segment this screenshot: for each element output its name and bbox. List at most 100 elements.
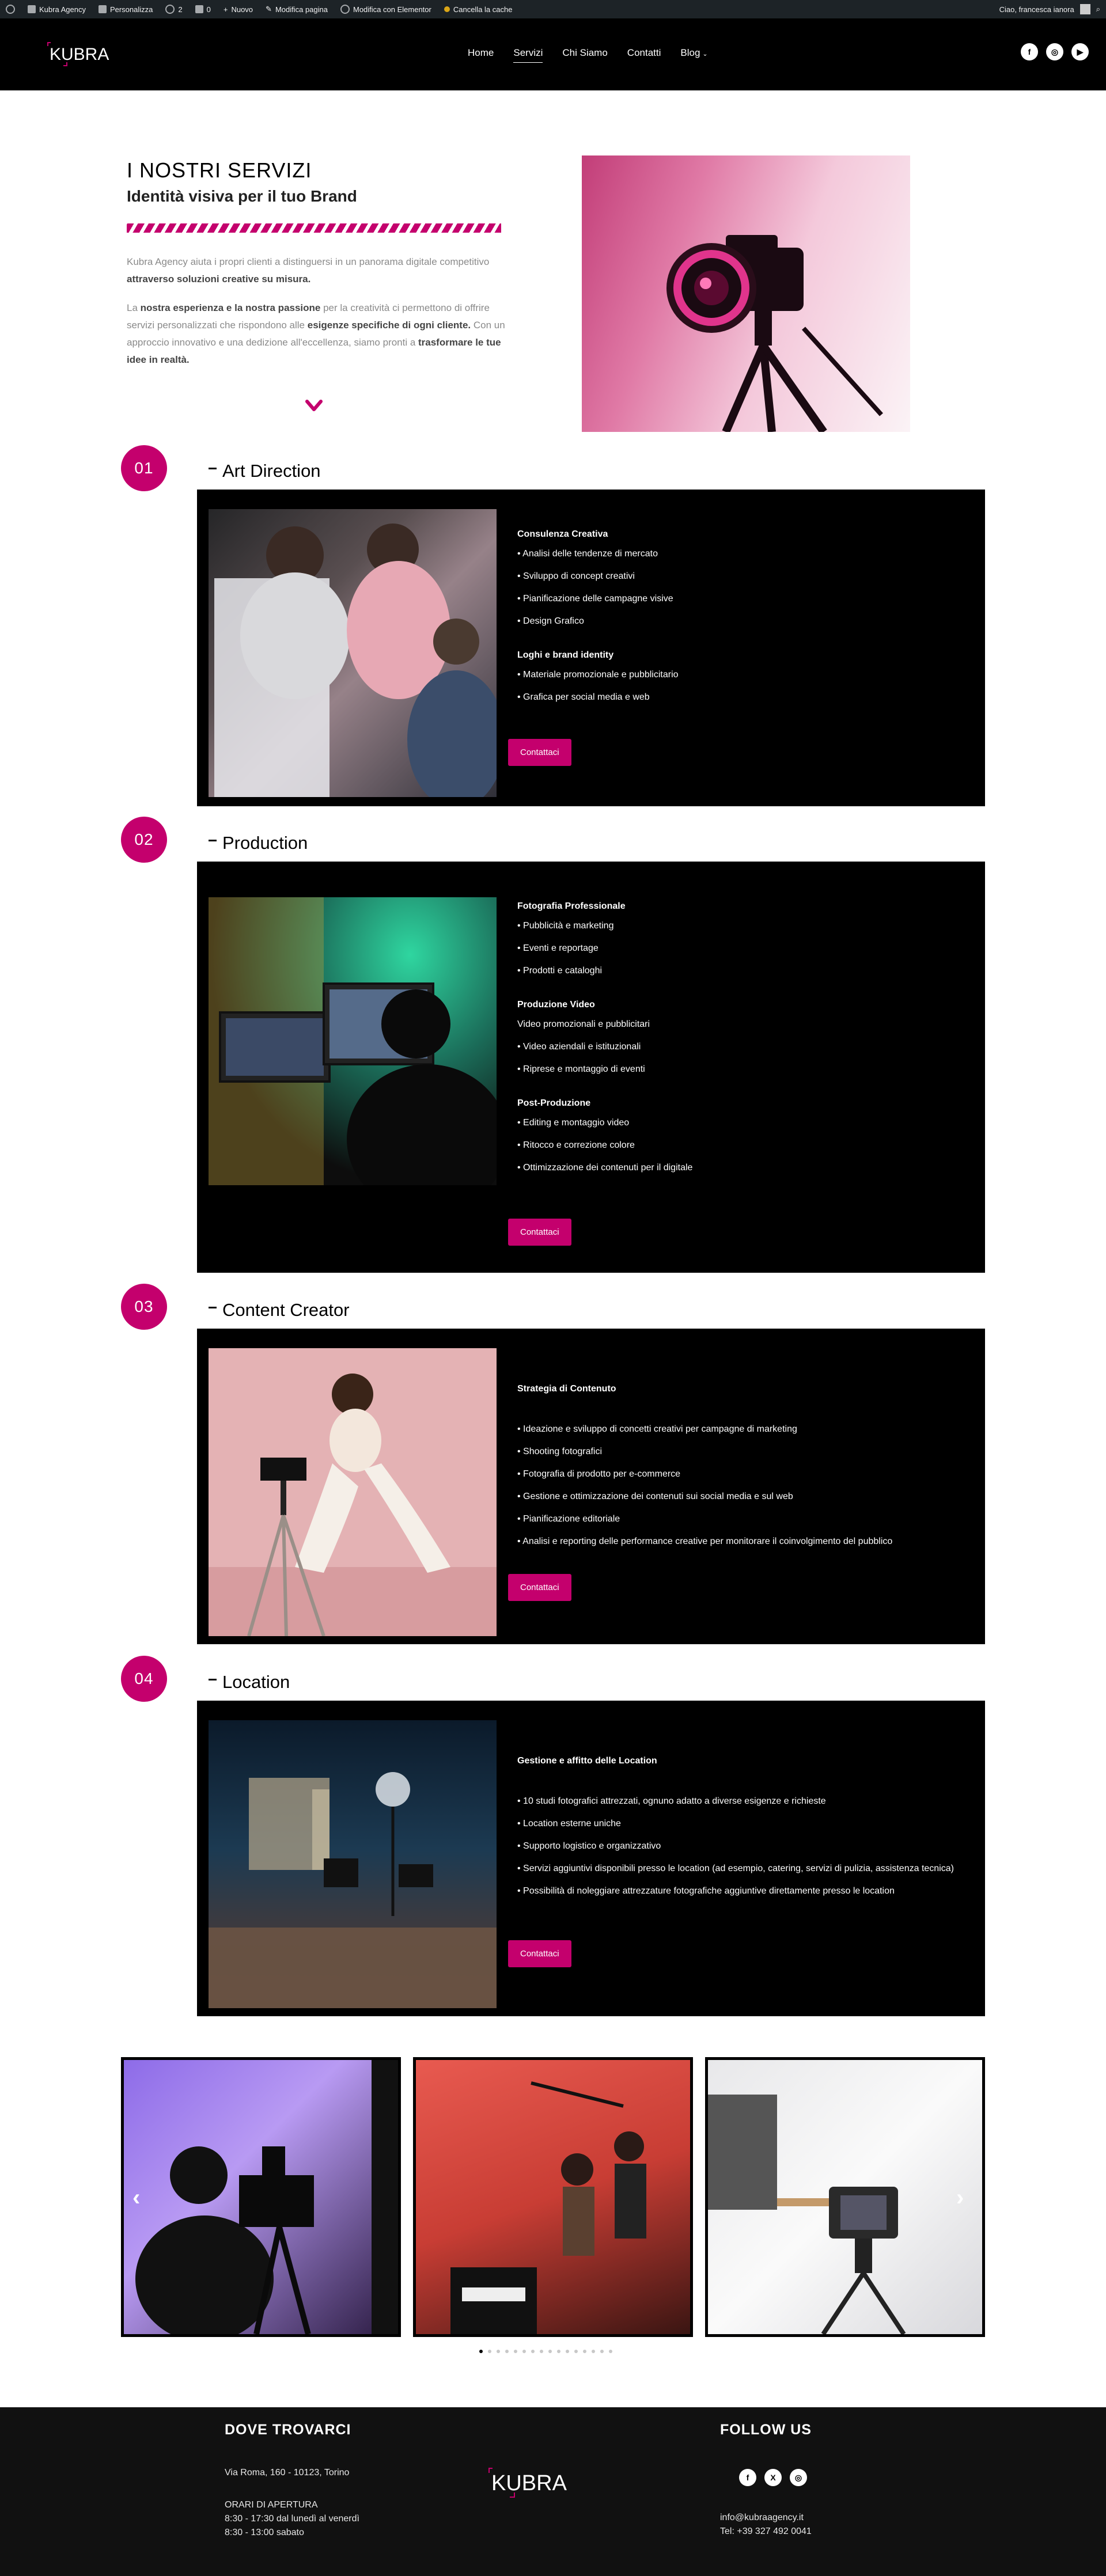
carousel-dot[interactable] [488,2350,491,2353]
footer-hours-label: ORARI DI APERTURA [225,2500,318,2510]
nav-servizi[interactable]: Servizi [513,47,543,63]
footer-address: Via Roma, 160 - 10123, Torino [225,2468,350,2478]
nav-blog[interactable]: Blog ⌄ [680,47,707,63]
chevron-down-icon: ⌄ [702,51,708,58]
instagram-icon[interactable]: ◎ [790,2469,807,2486]
carousel-next-button[interactable]: › [956,2185,964,2211]
video-editor-illustration [209,897,497,1185]
carousel-dot[interactable] [505,2350,509,2353]
carousel-dot[interactable] [592,2350,595,2353]
admin-user-link[interactable]: Ciao, francesca ianora [999,5,1074,14]
carousel-dot[interactable] [479,2350,483,2353]
search-icon[interactable]: ⌕ [1096,5,1100,14]
avatar[interactable] [1080,4,1090,14]
footer-email[interactable]: info@kubraagency.it [720,2511,804,2525]
carousel-dot[interactable] [514,2350,517,2353]
wordpress-icon [6,5,15,14]
kubra-logo-icon: KUBRA [47,42,109,66]
carousel-dot[interactable] [497,2350,500,2353]
nav-chi-siamo[interactable]: Chi Siamo [562,47,607,63]
list-item: • Servizi aggiuntivi disponibili presso … [517,1864,954,1873]
facebook-icon[interactable]: f [739,2469,756,2486]
service-image-content-creator [209,1348,497,1636]
footer-logo[interactable]: KUBRA [487,2465,590,2502]
footer-socials: f X ◎ [739,2469,807,2486]
comment-icon [195,5,203,13]
carousel-dot[interactable] [600,2350,604,2353]
youtube-icon[interactable]: ▶ [1071,43,1089,60]
list-item: • Possibilità di noleggiare attrezzature… [517,1886,895,1896]
decorative-stripes [127,223,501,233]
footer-phone[interactable]: Tel: +39 327 492 0041 [720,2525,812,2539]
carousel-slide[interactable] [705,2057,985,2337]
service-box-content-creator: Strategia di Contenuto • Ideazione e svi… [197,1329,985,1644]
instagram-icon[interactable]: ◎ [1046,43,1063,60]
footer-hours-weekdays: 8:30 - 17:30 dal lunedì al venerdì [225,2514,359,2524]
admin-site-label: Kubra Agency [39,5,86,14]
service-image-location [209,1720,497,2008]
service-content-art-direction: Consulenza Creativa • Analisi delle tend… [517,529,679,714]
team-meeting-illustration [209,509,497,797]
service-content-content-creator: Strategia di Contenuto • Ideazione e svi… [517,1384,892,1558]
carousel-dot[interactable] [531,2350,535,2353]
carousel-dot[interactable] [522,2350,526,2353]
admin-elementor-label: Modifica con Elementor [353,5,431,14]
list-item: • Design Grafico [517,616,584,626]
admin-new-link[interactable]: + Nuovo [224,5,253,14]
admin-cache-link[interactable]: Cancella la cache [444,5,513,14]
carousel-slide[interactable] [121,2057,401,2337]
intro-paragraph-2: La nostra esperienza e la nostra passion… [127,299,507,369]
list-item: • Shooting fotografici [517,1447,603,1456]
carousel-slide[interactable] [413,2057,693,2337]
carousel-dot[interactable] [609,2350,612,2353]
carousel-dot[interactable] [583,2350,586,2353]
list-item: • Eventi e reportage [517,943,599,953]
admin-comments-link[interactable]: 0 [195,5,211,14]
wordpress-logo-item[interactable] [6,5,15,14]
service-number-01: 01 [121,445,167,491]
list-item: • Video aziendali e istituzionali [517,1042,641,1052]
page-title: I NOSTRI SERVIZI [127,158,312,182]
intro-p2-text-a: La [127,302,141,313]
intro-p1-text: Kubra Agency aiuta i propri clienti a di… [127,256,490,267]
admin-customize-link[interactable]: Personalizza [98,5,153,14]
cameraman-illustration [135,2060,398,2334]
contact-button-content-creator[interactable]: Contattaci [508,1574,571,1601]
carousel-dot[interactable] [548,2350,552,2353]
group-heading: Post-Produzione [517,1098,591,1108]
carousel-dot[interactable] [557,2350,560,2353]
wp-admin-bar: Kubra Agency Personalizza 2 0 + Nuovo ✎ Mo… [0,0,1106,18]
carousel-dot[interactable] [540,2350,543,2353]
nav-home[interactable]: Home [468,47,494,63]
facebook-icon[interactable]: f [1021,43,1038,60]
site-footer: DOVE TROVARCI Via Roma, 160 - 10123, Tor… [0,2407,1106,2576]
service-box-location: Gestione e affitto delle Location • 10 s… [197,1701,985,2016]
admin-site-link[interactable]: Kubra Agency [28,5,86,14]
site-logo[interactable]: KUBRA [46,40,127,68]
service-title-content-creator: Content Creator [209,1300,350,1321]
camera-illustration [666,235,883,432]
brush-icon [98,5,107,13]
dslr-tripod-illustration [708,2095,906,2334]
admin-edit-page-link[interactable]: ✎ Modifica pagina [266,5,328,14]
list-item: • Materiale promozionale e pubblicitario [517,670,679,680]
contact-button-art-direction[interactable]: Contattaci [508,739,571,766]
admin-customize-label: Personalizza [109,5,153,14]
nav-contatti[interactable]: Contatti [627,47,661,63]
intro-image-camera [582,155,910,432]
contact-button-production[interactable]: Contattaci [508,1219,571,1246]
contact-button-location[interactable]: Contattaci [508,1940,571,1967]
carousel-prev-button[interactable]: ‹ [132,2185,140,2211]
list-item: • Ideazione e sviluppo di concetti creat… [517,1424,797,1434]
arrow-down-icon[interactable] [305,399,323,413]
list-item: • Analisi delle tendenze di mercato [517,549,658,559]
intro-p2-bold-d: esigenze specifiche di ogni cliente. [307,320,471,331]
admin-cache-label: Cancella la cache [453,5,513,14]
group-heading: Loghi e brand identity [517,650,614,660]
elementor-icon [340,5,350,14]
admin-elementor-link[interactable]: Modifica con Elementor [340,5,431,14]
carousel-dot[interactable] [566,2350,569,2353]
x-twitter-icon[interactable]: X [764,2469,782,2486]
admin-updates-link[interactable]: 2 [165,5,183,14]
carousel-dot[interactable] [574,2350,578,2353]
